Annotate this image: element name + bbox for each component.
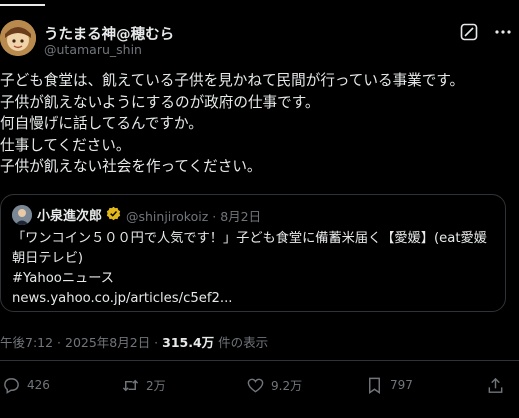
post-line: 子供が飢えないようにするのが政府の仕事です。	[0, 93, 320, 111]
bookmark-count: 797	[390, 378, 413, 392]
author-handle[interactable]: @utamaru_shin	[44, 42, 142, 57]
share-icon	[488, 377, 503, 393]
post-line: 子供が飢えない社会を作ってください。	[0, 158, 262, 176]
post-meta: 午後7:12 · 2025年8月2日 · 315.4万 件の表示	[0, 332, 268, 351]
repost-icon	[122, 379, 139, 391]
quoted-line: 「ワンコイン５００円で人気です！」子ども食堂に備蓄米届く【愛媛】(eat愛媛	[12, 231, 487, 246]
quoted-post[interactable]: 小泉進次郎 @shinjirokoiz · 8月2日 「ワンコイン５００円で人気…	[0, 194, 506, 312]
quoted-hashtag[interactable]: #Yahooニュース	[12, 269, 500, 289]
post-line: 仕事してください。	[0, 136, 131, 154]
quoted-author-avatar[interactable]	[12, 205, 32, 225]
more-icon[interactable]	[493, 22, 513, 42]
repost-count: 2万	[146, 378, 166, 393]
heart-icon	[247, 378, 264, 393]
views-label: 件の表示	[214, 335, 269, 350]
reply-button[interactable]: 426	[2, 372, 50, 398]
bookmark-icon	[369, 377, 380, 394]
divider	[0, 360, 519, 361]
share-button[interactable]	[486, 372, 505, 398]
quoted-link[interactable]: news.yahoo.co.jp/articles/c5ef2...	[12, 289, 500, 309]
post-header: うたまる神@穂むら @utamaru_shin	[0, 16, 519, 62]
quoted-author-handle: @shinjirokoiz · 8月2日	[126, 206, 261, 225]
like-button[interactable]: 9.2万	[246, 372, 302, 398]
quoted-handle-text: @shinjirokoiz	[126, 209, 209, 224]
quoted-text: 「ワンコイン５００円で人気です！」子ども食堂に備蓄米届く【愛媛】(eat愛媛 朝…	[12, 229, 500, 309]
verified-badge-icon	[106, 206, 121, 221]
like-count: 9.2万	[271, 378, 303, 393]
quoted-author-name[interactable]: 小泉進次郎	[37, 205, 102, 224]
grok-icon[interactable]	[459, 22, 479, 42]
views-count: 315.4万	[162, 335, 215, 350]
top-underline	[0, 4, 45, 6]
repost-button[interactable]: 2万	[121, 372, 166, 398]
post-line: 子ども食堂は、飢えている子供を見かねて民間が行っている事業です。	[0, 72, 465, 89]
author-avatar[interactable]	[0, 20, 36, 56]
bookmark-button[interactable]: 797	[365, 372, 413, 398]
reply-icon	[4, 377, 19, 394]
post-text: 子ども食堂は、飢えている子供を見かねて民間が行っている事業です。 子供が飢えない…	[0, 70, 515, 178]
reply-count: 426	[27, 378, 50, 392]
post-timestamp[interactable]: 午後7:12 · 2025年8月2日 ·	[0, 335, 162, 350]
action-bar: 426 2万 9.2万 797	[0, 372, 519, 400]
quoted-line: 朝日テレビ)	[12, 251, 84, 266]
author-name[interactable]: うたまる神@穂むら	[44, 23, 174, 44]
post-line: 何自慢げに話してるんですか。	[0, 115, 203, 133]
top-strip	[0, 0, 519, 12]
quoted-date: · 8月2日	[212, 209, 262, 224]
